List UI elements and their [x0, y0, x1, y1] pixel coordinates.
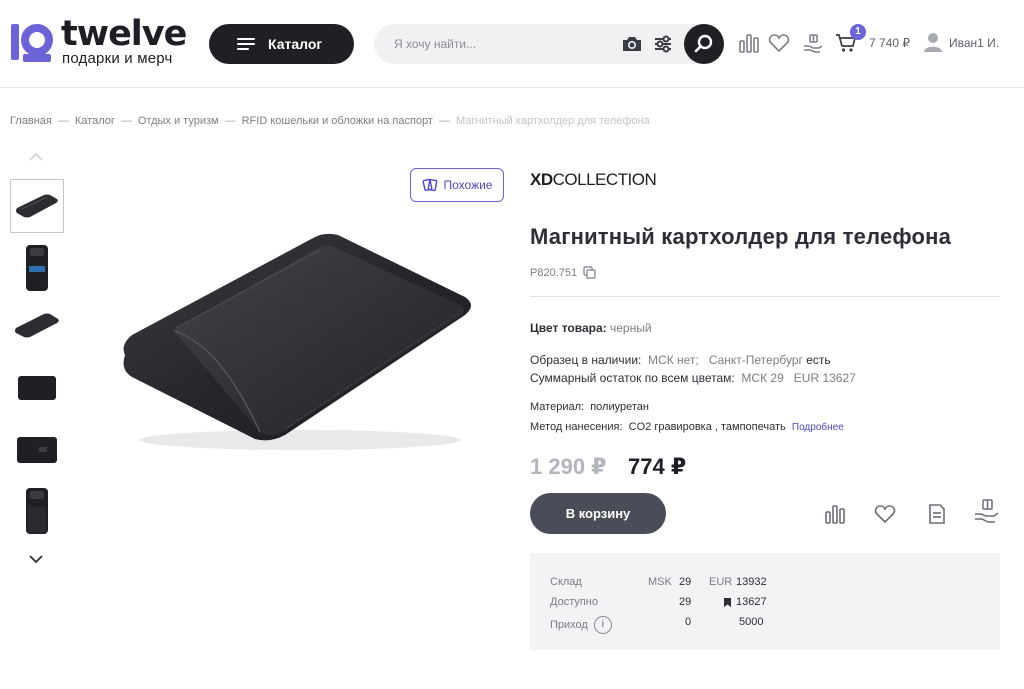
incoming-msk-value: 0: [685, 616, 692, 628]
search-button[interactable]: [684, 24, 724, 64]
incoming-eur-value: 5000: [739, 616, 764, 628]
site-header: twelve подарки и мерч Каталог Я хочу най…: [0, 0, 1024, 88]
material-row: Материал: полиуретан: [530, 401, 649, 413]
breadcrumb-catalog[interactable]: Каталог: [75, 115, 115, 127]
brand-bold: XD: [530, 170, 553, 189]
chevron-down-icon[interactable]: [28, 554, 44, 564]
incoming-label: Приход: [550, 618, 588, 631]
similar-label: Похожие: [443, 178, 493, 192]
search-input[interactable]: [394, 24, 614, 64]
hand-gift-icon[interactable]: [973, 497, 1001, 525]
stock-label-warehouse: Склад: [550, 576, 582, 588]
thumbnail-image: [18, 376, 56, 400]
camera-icon[interactable]: [621, 34, 643, 54]
method-row: Метод нанесения: CO2 гравировка , тампоп…: [530, 421, 844, 433]
thumbnail-image: [15, 313, 59, 338]
stock-eur-label: EUR: [709, 576, 733, 588]
cards-icon: [422, 178, 437, 192]
total-stock-row: Суммарный остаток по всем цветам: МСК 29…: [530, 371, 856, 385]
compare-icon[interactable]: [823, 502, 847, 526]
stock-label-incoming: Приход i: [550, 616, 612, 634]
breadcrumb-home[interactable]: Главная: [10, 115, 52, 127]
logo-subtitle: подарки и мерч: [62, 50, 173, 67]
sku-row: P820.751: [530, 266, 596, 279]
logo[interactable]: twelve подарки и мерч: [9, 14, 194, 67]
brand-rest: COLLECTION: [552, 170, 657, 189]
document-icon[interactable]: [925, 502, 949, 526]
sample-spb-value: есть: [806, 353, 831, 367]
method-more-link[interactable]: Подробнее: [792, 422, 844, 433]
breadcrumb-rfid[interactable]: RFID кошельки и обложки на паспорт: [242, 115, 433, 127]
breadcrumb-outdoor[interactable]: Отдых и туризм: [138, 115, 219, 127]
compare-icon[interactable]: [738, 32, 760, 54]
product-title: Магнитный картхолдер для телефона: [530, 224, 952, 249]
stock-label-available: Доступно: [550, 596, 599, 608]
thumbnail-2[interactable]: [10, 241, 64, 295]
color-value: черный: [610, 321, 652, 335]
thumbnail-image: [26, 245, 48, 291]
heart-icon[interactable]: [873, 502, 897, 526]
cart-sum[interactable]: 7 740 ₽: [869, 36, 910, 50]
sample-row: Образец в наличии: МСК нет; Санкт-Петерб…: [530, 353, 831, 367]
breadcrumb: Главная — Каталог — Отдых и туризм — RFID коше…: [10, 115, 650, 127]
bookmark-icon: [724, 598, 731, 607]
product-image: [123, 233, 471, 450]
total-eur: EUR 13627: [793, 371, 856, 385]
color-label: Цвет товара:: [530, 321, 607, 335]
search-icon: [694, 34, 713, 53]
available-eur-value: 13627: [736, 596, 767, 608]
total-msk: МСК 29: [741, 371, 784, 385]
thumbnail-1[interactable]: [10, 179, 64, 233]
divider: [530, 296, 1000, 297]
logo-word: twelve: [61, 14, 187, 54]
search-bar: [374, 24, 724, 64]
thumbnail-6[interactable]: [10, 484, 64, 538]
thumbnail-image: [26, 488, 48, 534]
thumbnail-3[interactable]: [10, 298, 64, 352]
catalog-button[interactable]: Каталог: [209, 24, 354, 64]
hand-gift-icon[interactable]: [802, 32, 824, 54]
material-label: Материал:: [530, 401, 585, 413]
cart-count-badge: 1: [850, 24, 866, 40]
thumbnail-image: [17, 437, 57, 463]
method-label: Метод нанесения:: [530, 421, 623, 433]
sample-msk: МСК нет;: [648, 353, 699, 367]
brand-logo[interactable]: XDCOLLECTION: [530, 170, 657, 190]
user-icon[interactable]: [924, 32, 942, 52]
sku-value: P820.751: [530, 266, 578, 279]
add-to-cart-button[interactable]: В корзину: [530, 493, 666, 534]
similar-button[interactable]: Похожие: [410, 168, 504, 202]
chevron-up-icon[interactable]: [28, 152, 44, 162]
method-value: CO2 гравировка , тампопечать: [628, 421, 786, 433]
stock-msk-value: 29: [679, 576, 692, 588]
catalog-label: Каталог: [268, 36, 323, 52]
old-price: 1 290 ₽: [530, 454, 607, 479]
thumbnail-4[interactable]: [10, 361, 64, 415]
stock-table: Склад MSK 29 EUR 13932 Доступно 29 13627…: [530, 553, 1000, 650]
breadcrumb-current: Магнитный картхолдер для телефона: [455, 115, 650, 127]
thumbnail-image: [16, 194, 58, 218]
info-icon[interactable]: i: [593, 616, 612, 634]
color-row: Цвет товара: черный: [530, 321, 652, 335]
logo-mark-icon: [11, 24, 53, 62]
total-label: Суммарный остаток по всем цветам:: [530, 371, 735, 385]
material-value: полиуретан: [590, 401, 649, 413]
sample-spb-label: Санкт-Петербург: [708, 353, 803, 367]
copy-icon[interactable]: [583, 266, 596, 279]
sample-label: Образец в наличии:: [530, 353, 642, 367]
menu-icon: [237, 37, 255, 51]
user-name[interactable]: Иван1 И.: [949, 36, 999, 50]
heart-icon[interactable]: [768, 32, 790, 54]
stock-msk-label: MSK: [648, 576, 672, 588]
new-price: 774 ₽: [628, 454, 687, 479]
available-msk-value: 29: [679, 596, 692, 608]
thumbnail-5[interactable]: [10, 423, 64, 477]
filter-icon[interactable]: [653, 34, 673, 54]
stock-eur-value: 13932: [736, 576, 767, 588]
